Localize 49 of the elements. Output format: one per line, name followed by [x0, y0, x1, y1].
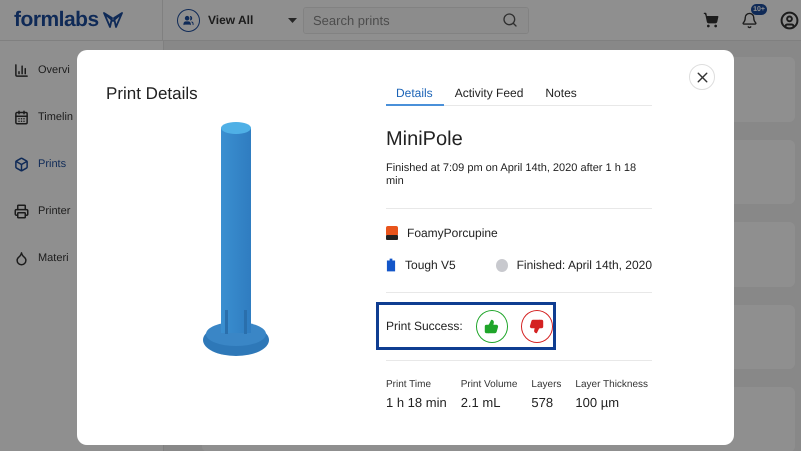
sidebar-item[interactable]: Prints — [0, 153, 163, 175]
account-icon — [780, 10, 799, 30]
cart-button[interactable] — [703, 12, 719, 28]
butterfly-logo-icon — [102, 12, 123, 28]
tab[interactable]: Details — [386, 84, 444, 106]
cart-icon — [703, 12, 719, 28]
sidebar-item[interactable]: Timelin — [0, 106, 163, 128]
tab[interactable]: Notes — [534, 84, 588, 106]
thumbs-down-icon — [529, 318, 544, 334]
stat-value: 2.1 mL — [460, 395, 502, 410]
bar-chart-icon — [14, 62, 29, 78]
stat-label: Layer Thickness — [575, 379, 648, 390]
stat-label: Print Volume — [460, 379, 518, 390]
thumbs-up-button[interactable] — [476, 310, 508, 342]
view-filter-dropdown[interactable]: View All — [177, 8, 297, 32]
caret-icon — [288, 18, 297, 22]
print-name: MiniPole — [386, 128, 464, 151]
dialog-title: Print Details — [106, 84, 199, 104]
material-name: Tough V5 — [405, 258, 456, 272]
thumbs-down-button[interactable] — [520, 310, 553, 342]
search-field[interactable]: Search prints — [303, 6, 529, 34]
account-button[interactable] — [780, 10, 799, 30]
bell-icon — [741, 12, 758, 28]
stat-label: Layers — [531, 379, 562, 390]
tab[interactable]: Activity Feed — [444, 84, 534, 106]
resin-bottle-icon — [386, 258, 396, 272]
calendar-icon — [14, 110, 29, 124]
printer-icon — [14, 204, 29, 218]
cube-icon — [14, 156, 29, 172]
stat-value: 1 h 18 min — [386, 395, 447, 410]
stat-label: Print Time — [386, 379, 432, 390]
printer-icon — [386, 226, 398, 240]
users-icon — [183, 14, 194, 26]
logo: formlabs — [14, 8, 99, 32]
close-button[interactable] — [689, 64, 715, 90]
finished-text: Finished at 7:09 pm on April 14th, 2020 after 1 h 18 min — [386, 162, 638, 188]
sidebar-item[interactable]: Overvi — [0, 59, 163, 81]
search-input[interactable]: Search prints — [311, 12, 502, 28]
print-success-label: Print Success: — [386, 319, 463, 333]
notifications-button[interactable] — [741, 12, 758, 28]
sidebar-item[interactable]: Materi — [0, 247, 163, 269]
search-icon — [502, 12, 518, 28]
printer-name: FoamyPorcupine — [407, 226, 498, 240]
drop-icon — [14, 250, 29, 266]
status-text: Finished: April 14th, 2020 — [516, 258, 652, 272]
stat-value: 578 — [531, 395, 554, 410]
stat-value: 100 µm — [575, 395, 620, 410]
thumbs-up-icon — [484, 318, 500, 334]
sidebar-item[interactable]: Printer — [0, 200, 163, 222]
